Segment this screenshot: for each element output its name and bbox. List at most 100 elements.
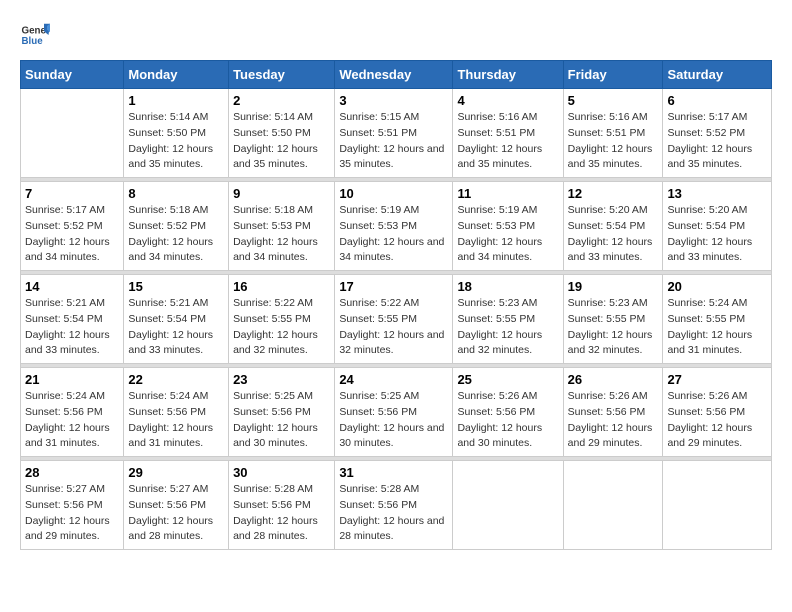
day-number: 6	[667, 93, 767, 108]
day-number: 25	[457, 372, 558, 387]
day-info: Sunrise: 5:15 AMSunset: 5:51 PMDaylight:…	[339, 110, 448, 173]
day-info: Sunrise: 5:23 AMSunset: 5:55 PMDaylight:…	[568, 296, 659, 359]
day-info: Sunrise: 5:20 AMSunset: 5:54 PMDaylight:…	[667, 203, 767, 266]
day-info: Sunrise: 5:21 AMSunset: 5:54 PMDaylight:…	[128, 296, 224, 359]
day-info: Sunrise: 5:24 AMSunset: 5:56 PMDaylight:…	[128, 389, 224, 452]
weekday-header-tuesday: Tuesday	[229, 61, 335, 89]
day-info: Sunrise: 5:14 AMSunset: 5:50 PMDaylight:…	[128, 110, 224, 173]
day-number: 17	[339, 279, 448, 294]
day-number: 28	[25, 465, 119, 480]
day-number: 29	[128, 465, 224, 480]
weekday-header-wednesday: Wednesday	[335, 61, 453, 89]
day-info: Sunrise: 5:22 AMSunset: 5:55 PMDaylight:…	[233, 296, 330, 359]
weekday-header-friday: Friday	[563, 61, 663, 89]
day-number: 8	[128, 186, 224, 201]
weekday-header-sunday: Sunday	[21, 61, 124, 89]
day-number: 14	[25, 279, 119, 294]
calendar-table: SundayMondayTuesdayWednesdayThursdayFrid…	[20, 60, 772, 550]
day-info: Sunrise: 5:27 AMSunset: 5:56 PMDaylight:…	[25, 482, 119, 545]
day-number: 9	[233, 186, 330, 201]
day-info: Sunrise: 5:19 AMSunset: 5:53 PMDaylight:…	[457, 203, 558, 266]
day-number: 12	[568, 186, 659, 201]
calendar-cell: 23 Sunrise: 5:25 AMSunset: 5:56 PMDayligh…	[229, 368, 335, 457]
day-number: 1	[128, 93, 224, 108]
calendar-cell: 7 Sunrise: 5:17 AMSunset: 5:52 PMDaylight…	[21, 182, 124, 271]
calendar-cell: 29Sunrise: 5:27 AMSunset: 5:56 PMDayligh…	[124, 461, 229, 550]
day-info: Sunrise: 5:22 AMSunset: 5:55 PMDaylight:…	[339, 296, 448, 359]
calendar-week-row: 1 Sunrise: 5:14 AMSunset: 5:50 PMDaylight…	[21, 89, 772, 178]
calendar-cell: 18 Sunrise: 5:23 AMSunset: 5:55 PMDayligh…	[453, 275, 563, 364]
calendar-cell: 25 Sunrise: 5:26 AMSunset: 5:56 PMDayligh…	[453, 368, 563, 457]
day-info: Sunrise: 5:17 AMSunset: 5:52 PMDaylight:…	[667, 110, 767, 173]
calendar-cell: 21 Sunrise: 5:24 AMSunset: 5:56 PMDayligh…	[21, 368, 124, 457]
calendar-cell: 19 Sunrise: 5:23 AMSunset: 5:55 PMDayligh…	[563, 275, 663, 364]
calendar-cell: 17 Sunrise: 5:22 AMSunset: 5:55 PMDayligh…	[335, 275, 453, 364]
calendar-cell: 20 Sunrise: 5:24 AMSunset: 5:55 PMDayligh…	[663, 275, 772, 364]
calendar-cell	[453, 461, 563, 550]
day-info: Sunrise: 5:14 AMSunset: 5:50 PMDaylight:…	[233, 110, 330, 173]
day-info: Sunrise: 5:23 AMSunset: 5:55 PMDaylight:…	[457, 296, 558, 359]
day-number: 31	[339, 465, 448, 480]
calendar-cell: 22 Sunrise: 5:24 AMSunset: 5:56 PMDayligh…	[124, 368, 229, 457]
logo-icon: General Blue	[20, 20, 50, 50]
calendar-cell: 26 Sunrise: 5:26 AMSunset: 5:56 PMDayligh…	[563, 368, 663, 457]
day-info: Sunrise: 5:26 AMSunset: 5:56 PMDaylight:…	[568, 389, 659, 452]
day-info: Sunrise: 5:26 AMSunset: 5:56 PMDaylight:…	[667, 389, 767, 452]
calendar-cell: 24Sunrise: 5:25 AMSunset: 5:56 PMDayligh…	[335, 368, 453, 457]
day-number: 20	[667, 279, 767, 294]
calendar-week-row: 28 Sunrise: 5:27 AMSunset: 5:56 PMDayligh…	[21, 461, 772, 550]
day-number: 15	[128, 279, 224, 294]
calendar-cell	[563, 461, 663, 550]
calendar-cell: 15 Sunrise: 5:21 AMSunset: 5:54 PMDayligh…	[124, 275, 229, 364]
day-number: 24	[339, 372, 448, 387]
day-info: Sunrise: 5:20 AMSunset: 5:54 PMDaylight:…	[568, 203, 659, 266]
day-number: 23	[233, 372, 330, 387]
calendar-cell: 4 Sunrise: 5:16 AMSunset: 5:51 PMDaylight…	[453, 89, 563, 178]
calendar-cell	[663, 461, 772, 550]
calendar-cell: 10Sunrise: 5:19 AMSunset: 5:53 PMDayligh…	[335, 182, 453, 271]
header: General Blue	[20, 20, 772, 50]
day-info: Sunrise: 5:16 AMSunset: 5:51 PMDaylight:…	[568, 110, 659, 173]
day-info: Sunrise: 5:24 AMSunset: 5:56 PMDaylight:…	[25, 389, 119, 452]
calendar-cell	[21, 89, 124, 178]
day-number: 18	[457, 279, 558, 294]
day-number: 3	[339, 93, 448, 108]
weekday-header-thursday: Thursday	[453, 61, 563, 89]
calendar-cell: 3 Sunrise: 5:15 AMSunset: 5:51 PMDaylight…	[335, 89, 453, 178]
weekday-header-monday: Monday	[124, 61, 229, 89]
calendar-cell: 9 Sunrise: 5:18 AMSunset: 5:53 PMDaylight…	[229, 182, 335, 271]
weekday-header-saturday: Saturday	[663, 61, 772, 89]
day-info: Sunrise: 5:28 AMSunset: 5:56 PMDaylight:…	[233, 482, 330, 545]
day-number: 2	[233, 93, 330, 108]
day-info: Sunrise: 5:17 AMSunset: 5:52 PMDaylight:…	[25, 203, 119, 266]
calendar-cell: 8 Sunrise: 5:18 AMSunset: 5:52 PMDaylight…	[124, 182, 229, 271]
calendar-week-row: 14 Sunrise: 5:21 AMSunset: 5:54 PMDayligh…	[21, 275, 772, 364]
day-number: 27	[667, 372, 767, 387]
calendar-cell: 31 Sunrise: 5:28 AMSunset: 5:56 PMDayligh…	[335, 461, 453, 550]
calendar-cell: 28 Sunrise: 5:27 AMSunset: 5:56 PMDayligh…	[21, 461, 124, 550]
day-number: 16	[233, 279, 330, 294]
day-number: 5	[568, 93, 659, 108]
calendar-cell: 13 Sunrise: 5:20 AMSunset: 5:54 PMDayligh…	[663, 182, 772, 271]
day-info: Sunrise: 5:25 AMSunset: 5:56 PMDaylight:…	[233, 389, 330, 452]
day-number: 26	[568, 372, 659, 387]
day-info: Sunrise: 5:24 AMSunset: 5:55 PMDaylight:…	[667, 296, 767, 359]
day-number: 4	[457, 93, 558, 108]
day-info: Sunrise: 5:18 AMSunset: 5:52 PMDaylight:…	[128, 203, 224, 266]
day-number: 30	[233, 465, 330, 480]
calendar-cell: 11Sunrise: 5:19 AMSunset: 5:53 PMDayligh…	[453, 182, 563, 271]
calendar-week-row: 21 Sunrise: 5:24 AMSunset: 5:56 PMDayligh…	[21, 368, 772, 457]
calendar-cell: 30 Sunrise: 5:28 AMSunset: 5:56 PMDayligh…	[229, 461, 335, 550]
day-info: Sunrise: 5:16 AMSunset: 5:51 PMDaylight:…	[457, 110, 558, 173]
day-number: 7	[25, 186, 119, 201]
day-info: Sunrise: 5:26 AMSunset: 5:56 PMDaylight:…	[457, 389, 558, 452]
day-info: Sunrise: 5:18 AMSunset: 5:53 PMDaylight:…	[233, 203, 330, 266]
day-number: 19	[568, 279, 659, 294]
day-number: 21	[25, 372, 119, 387]
day-info: Sunrise: 5:28 AMSunset: 5:56 PMDaylight:…	[339, 482, 448, 545]
day-number: 13	[667, 186, 767, 201]
day-number: 22	[128, 372, 224, 387]
day-info: Sunrise: 5:21 AMSunset: 5:54 PMDaylight:…	[25, 296, 119, 359]
calendar-cell: 27 Sunrise: 5:26 AMSunset: 5:56 PMDayligh…	[663, 368, 772, 457]
calendar-cell: 5 Sunrise: 5:16 AMSunset: 5:51 PMDaylight…	[563, 89, 663, 178]
